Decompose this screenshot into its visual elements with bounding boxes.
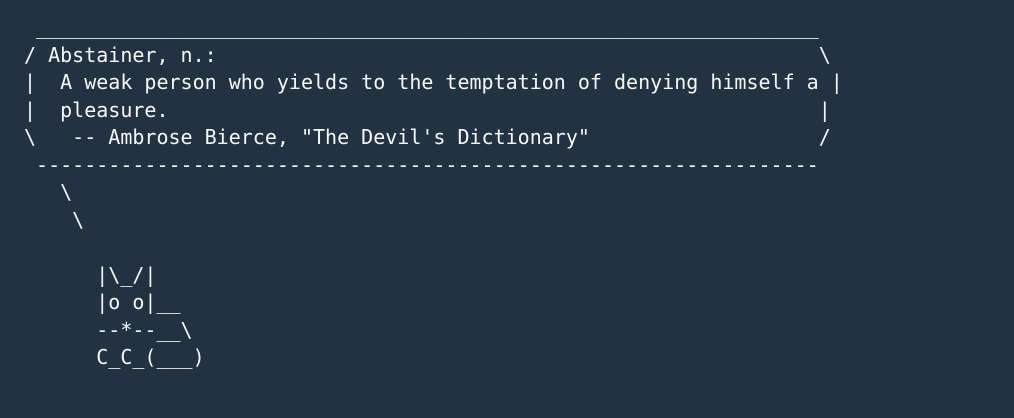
- quote-attribution: \ -- Ambrose Bierce, "The Devil's Dictio…: [24, 125, 831, 149]
- speech-tail-1: \: [24, 180, 73, 204]
- ascii-art-line-2: |o o|__: [24, 290, 181, 314]
- speech-bubble-top-border: ________________________________________…: [24, 15, 819, 39]
- speech-tail-2: \: [24, 207, 85, 232]
- cowsay-output: ________________________________________…: [24, 14, 1014, 372]
- ascii-art-line-3: --*--__\: [24, 317, 193, 342]
- terminal-window: ________________________________________…: [0, 0, 1014, 418]
- speech-bubble-bottom-border: ----------------------------------------…: [24, 152, 819, 177]
- ascii-art-line-1: |\_/|: [24, 262, 157, 287]
- quote-line-3: | pleasure. |: [24, 97, 831, 122]
- quote-line-1: / Abstainer, n.: \: [24, 42, 831, 67]
- ascii-art-line-4: C_C_(___): [24, 345, 205, 369]
- quote-line-2: | A weak person who yields to the tempta…: [24, 70, 843, 94]
